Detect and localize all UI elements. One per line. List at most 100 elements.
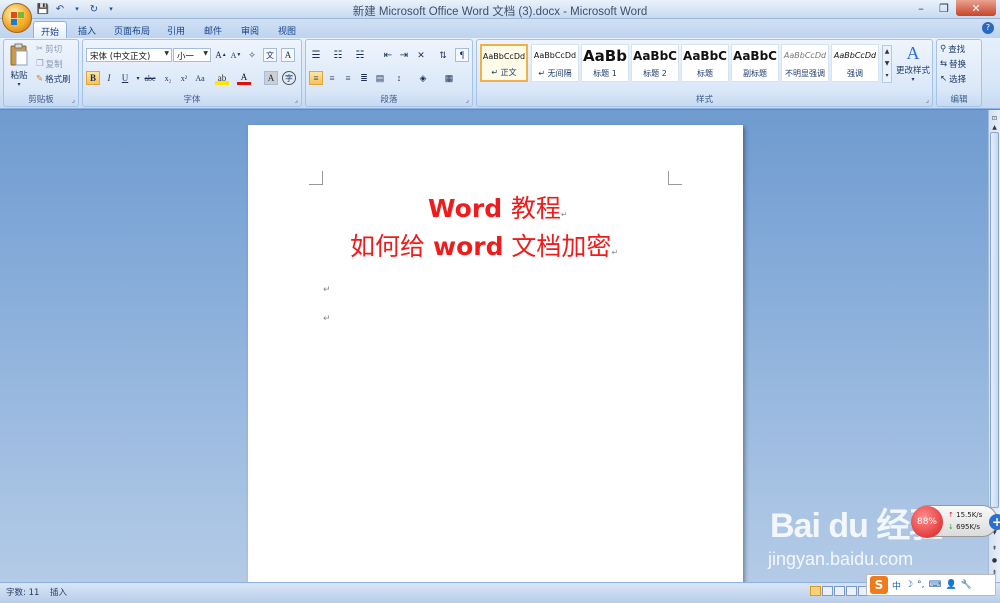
insert-mode[interactable]: 插入 [50, 586, 67, 598]
increase-indent-icon[interactable]: ⇥ [397, 48, 411, 62]
bold-icon[interactable]: B [86, 71, 100, 85]
shading-icon[interactable]: ◈ [416, 71, 430, 85]
style-name: ↵ 正文 [491, 68, 517, 77]
superscript-icon[interactable]: x² [177, 71, 191, 85]
paragraph-mark: ↵ [560, 210, 568, 219]
ime-mode[interactable]: 中 [892, 579, 901, 592]
font-dialog-launcher-icon[interactable]: ⌟ [295, 96, 298, 104]
show-marks-icon[interactable]: ¶ [455, 48, 469, 62]
clear-format-icon[interactable]: ✧ [245, 48, 259, 62]
document-heading-line-1[interactable]: Word 教程↵ [428, 189, 568, 225]
borders-icon[interactable]: ▦ [442, 71, 456, 85]
full-screen-reading-icon[interactable] [822, 586, 833, 596]
help-icon[interactable]: ? [982, 22, 994, 34]
status-bar: 字数: 11 插入 [0, 582, 1000, 603]
line-spacing-icon[interactable]: ↕ [392, 71, 406, 85]
scrollbar-thumb[interactable] [990, 132, 999, 508]
enclose-character-icon[interactable]: 字 [282, 71, 296, 85]
highlight-icon[interactable]: ab [215, 71, 229, 85]
phonetic-guide-icon[interactable]: 文 [263, 48, 277, 62]
style-heading-2[interactable]: AaBbC 标题 2 [631, 44, 679, 82]
paragraph-dialog-launcher-icon[interactable]: ⌟ [466, 96, 469, 104]
strikethrough-icon[interactable]: abc [143, 71, 157, 85]
style-subtitle[interactable]: AaBbC 副标题 [731, 44, 779, 82]
print-layout-icon[interactable] [810, 586, 821, 596]
select-button[interactable]: ↖ 选择 [940, 73, 966, 85]
browse-object-icon[interactable]: ● [990, 556, 999, 565]
chevron-down-icon: ▼ [203, 50, 208, 57]
ruler-toggle-icon[interactable]: ⊡ [990, 114, 999, 123]
punctuation-icon[interactable]: °, [917, 580, 924, 590]
bullets-icon[interactable]: ☰ [309, 48, 323, 62]
decrease-indent-icon[interactable]: ⇤ [381, 48, 395, 62]
tab-page-layout[interactable]: 页面布局 [108, 21, 156, 38]
change-styles-button[interactable]: A 更改样式 ▾ [894, 43, 932, 83]
tab-mailings[interactable]: 邮件 [197, 21, 229, 38]
net-percent: 88% [911, 506, 943, 538]
tab-review[interactable]: 审阅 [234, 21, 266, 38]
numbering-icon[interactable]: ☷ [331, 48, 345, 62]
tab-home[interactable]: 开始 [33, 21, 67, 38]
chevron-down-icon: ▼ [164, 50, 169, 57]
office-button[interactable] [2, 3, 32, 33]
tab-view[interactable]: 视图 [271, 21, 303, 38]
format-painter-button[interactable]: ✎ 格式刷 [36, 73, 71, 85]
paste-button[interactable]: 粘贴 ▾ [8, 43, 30, 88]
outline-icon[interactable] [846, 586, 857, 596]
character-shading-icon[interactable]: A [264, 71, 278, 85]
style-no-spacing[interactable]: AaBbCcDd ↵ 无间隔 [531, 44, 579, 82]
empty-paragraph[interactable]: ↵ [323, 285, 331, 295]
cut-button[interactable]: ✂ 剪切 [36, 43, 62, 55]
styles-gallery-scroll[interactable]: ▲ ▼ ▾ [882, 45, 892, 83]
style-emphasis[interactable]: AaBbCcDd 强调 [831, 44, 879, 82]
style-title[interactable]: AaBbC 标题 [681, 44, 729, 82]
copy-button[interactable]: ❐ 复制 [36, 58, 63, 70]
font-size-select[interactable]: 小一 ▼ [173, 48, 211, 62]
clipboard-dialog-launcher-icon[interactable]: ⌟ [72, 96, 75, 104]
justify-icon[interactable]: ≣ [357, 71, 371, 85]
align-center-icon[interactable]: ≡ [325, 71, 339, 85]
user-icon[interactable]: 👤 [945, 580, 956, 590]
word-count[interactable]: 字数: 11 [6, 586, 39, 598]
moon-icon[interactable]: ☽ [905, 580, 913, 590]
font-color-icon[interactable]: A [237, 71, 251, 85]
network-speed-widget[interactable]: 88% ↑ 15.5K/s ↓ 695K/s + [911, 505, 1000, 538]
ime-toolbar[interactable]: S 中 ☽ °, ⌨ 👤 🔧 [866, 574, 996, 596]
style-subtle-emphasis[interactable]: AaBbCcDd 不明显强调 [781, 44, 829, 82]
multilevel-list-icon[interactable]: ☵ [353, 48, 367, 62]
previous-page-icon[interactable]: ⇞ [990, 544, 999, 553]
scroll-up-icon[interactable]: ▲ [990, 123, 999, 132]
subscript-icon[interactable]: x₂ [161, 71, 175, 85]
web-layout-icon[interactable] [834, 586, 845, 596]
chinese-layout-icon[interactable]: ✕ [414, 48, 428, 62]
restore-button[interactable]: ❐ [933, 0, 955, 16]
italic-icon[interactable]: I [102, 71, 116, 85]
underline-icon[interactable]: U [118, 71, 132, 85]
document-page[interactable]: Word 教程↵ 如何给 word 文档加密↵ ↵ ↵ [248, 125, 743, 582]
character-border-icon[interactable]: A [281, 48, 295, 62]
document-heading-line-2[interactable]: 如何给 word 文档加密↵ [350, 227, 618, 263]
replace-button[interactable]: ⇆ 替换 [940, 58, 966, 70]
align-left-icon[interactable]: ≡ [309, 71, 323, 85]
style-normal[interactable]: AaBbCcDd ↵ 正文 [480, 44, 528, 82]
close-button[interactable]: ✕ [956, 0, 996, 16]
change-case-icon[interactable]: Aa [193, 71, 207, 85]
ribbon: 粘贴 ▾ ✂ 剪切 ❐ 复制 ✎ 格式刷 剪贴板 ⌟ 宋体 (中文正文) ▼ 小… [0, 38, 1000, 109]
align-right-icon[interactable]: ≡ [341, 71, 355, 85]
tab-references[interactable]: 引用 [160, 21, 192, 38]
wrench-icon[interactable]: 🔧 [961, 580, 972, 590]
find-button[interactable]: ⚲ 查找 [940, 43, 965, 55]
tab-insert[interactable]: 插入 [72, 21, 102, 38]
sort-icon[interactable]: ⇅ [436, 48, 450, 62]
font-name-select[interactable]: 宋体 (中文正文) ▼ [86, 48, 172, 62]
styles-dialog-launcher-icon[interactable]: ⌟ [926, 96, 929, 104]
distributed-icon[interactable]: ▤ [373, 71, 387, 85]
empty-paragraph[interactable]: ↵ [323, 314, 331, 324]
grow-font-icon[interactable]: A ▲ [214, 48, 228, 62]
plus-icon[interactable]: + [989, 514, 1000, 530]
shrink-font-icon[interactable]: A ▼ [229, 48, 243, 62]
style-heading-1[interactable]: AaBb 标题 1 [581, 44, 629, 82]
keyboard-icon[interactable]: ⌨ [928, 580, 941, 590]
download-speed: ↓ 695K/s [948, 523, 980, 531]
minimize-button[interactable]: – [910, 0, 932, 16]
